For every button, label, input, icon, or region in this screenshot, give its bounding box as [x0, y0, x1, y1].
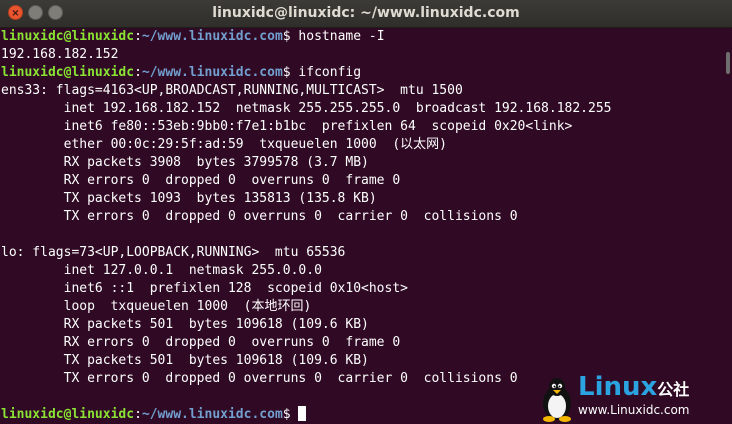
output-line: ens33: flags=4163<UP,BROADCAST,RUNNING,M…: [1, 83, 463, 98]
prompt-line: linuxidc@linuxidc:~/www.linuxidc.com$ if…: [0, 64, 732, 82]
output-line: lo: flags=73<UP,LOOPBACK,RUNNING> mtu 65…: [1, 245, 346, 260]
output-line: inet6 fe80::53eb:9bb0:f7e1:b1bc prefixle…: [1, 119, 573, 134]
prompt-userhost: linuxidc@linuxidc: [1, 407, 135, 422]
prompt-separator: :: [134, 407, 142, 422]
title-bar[interactable]: × linuxidc@linuxidc: ~/www.linuxidc.com: [0, 0, 732, 28]
prompt-symbol: $: [282, 65, 291, 80]
prompt-path: ~/www.linuxidc.com: [141, 65, 283, 80]
window-title: linuxidc@linuxidc: ~/www.linuxidc.com: [212, 5, 520, 21]
prompt-separator: :: [134, 65, 142, 80]
prompt-line: linuxidc@linuxidc:~/www.linuxidc.com$ ho…: [0, 28, 732, 46]
output-line: inet 127.0.0.1 netmask 255.0.0.0: [1, 263, 322, 278]
command-text: ifconfig: [290, 65, 362, 80]
text-cursor[interactable]: [298, 406, 307, 421]
output-line: inet6 ::1 prefixlen 128 scopeid 0x10<hos…: [1, 281, 408, 296]
prompt-userhost: linuxidc@linuxidc: [1, 65, 135, 80]
watermark-brand: Linux公社: [578, 372, 689, 402]
watermark-brand-cn: 公社: [657, 380, 690, 399]
prompt-path: ~/www.linuxidc.com: [141, 407, 283, 422]
watermark-brand-text: Linux: [578, 372, 658, 402]
prompt-userhost: linuxidc@linuxidc: [1, 29, 135, 44]
output-line: TX packets 1093 bytes 135813 (135.8 KB): [1, 191, 377, 206]
watermark: Linux公社 www.Linuxidc.com: [538, 372, 728, 422]
tux-penguin-icon: [543, 378, 571, 422]
prompt-symbol: $: [282, 407, 291, 422]
output-line: ether 00:0c:29:5f:ad:59 txqueuelen 1000 …: [1, 137, 447, 152]
output-line: TX errors 0 dropped 0 overruns 0 carrier…: [1, 209, 518, 224]
scrollbar-thumb[interactable]: [726, 52, 730, 74]
command-text: [291, 407, 299, 422]
output-line: 192.168.182.152: [1, 47, 119, 62]
prompt-path: ~/www.linuxidc.com: [141, 29, 283, 44]
terminal-output[interactable]: linuxidc@linuxidc:~/www.linuxidc.com$ ho…: [0, 28, 732, 424]
output-line: RX packets 3908 bytes 3799578 (3.7 MB): [1, 155, 369, 170]
prompt-symbol: $: [282, 29, 291, 44]
output-line: loop txqueuelen 1000 (本地环回): [1, 299, 312, 314]
terminal-window: × linuxidc@linuxidc: ~/www.linuxidc.com …: [0, 0, 732, 424]
output-line: RX packets 501 bytes 109618 (109.6 KB): [1, 317, 369, 332]
output-line: TX packets 501 bytes 109618 (109.6 KB): [1, 353, 369, 368]
output-line: RX errors 0 dropped 0 overruns 0 frame 0: [1, 173, 401, 188]
command-text: hostname -I: [290, 29, 385, 44]
output-line: RX errors 0 dropped 0 overruns 0 frame 0: [1, 335, 401, 350]
output-line: inet 192.168.182.152 netmask 255.255.255…: [1, 101, 612, 116]
prompt-separator: :: [134, 29, 142, 44]
watermark-url: www.Linuxidc.com: [578, 403, 690, 417]
